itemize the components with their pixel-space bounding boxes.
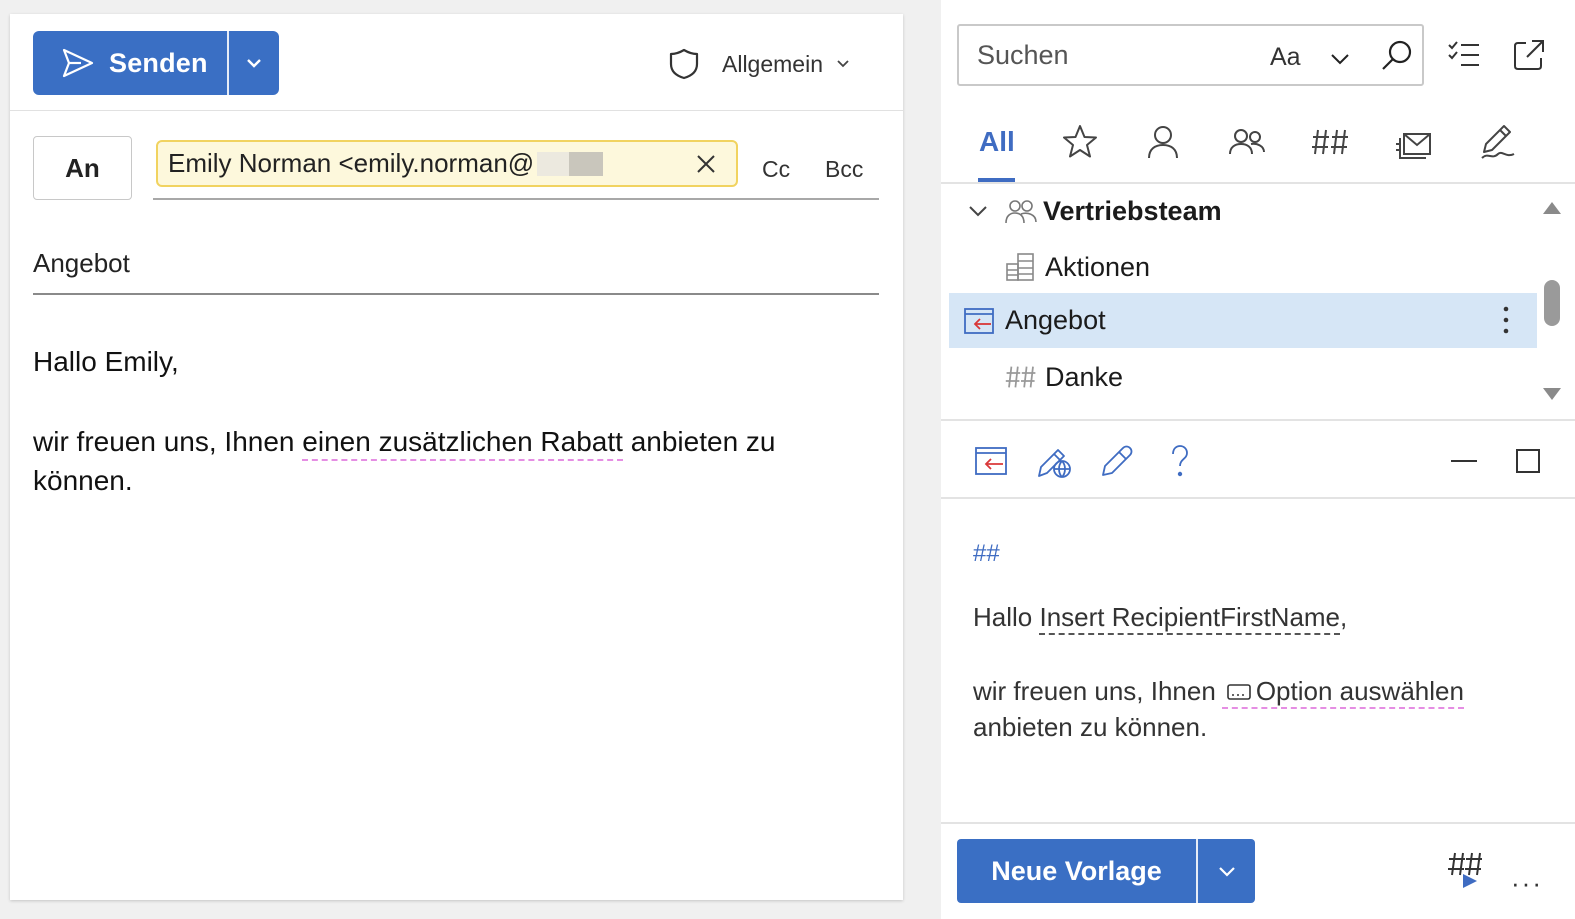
sensitivity-label: Allgemein	[722, 50, 823, 77]
subject-field[interactable]: Angebot	[33, 248, 130, 279]
divider	[941, 822, 1575, 824]
tree-item-aktionen[interactable]: Aktionen	[949, 240, 1537, 294]
tree-folder-vertriebsteam[interactable]: Vertriebsteam	[949, 184, 1537, 238]
tree-scrollbar[interactable]	[1539, 196, 1565, 406]
redacted-block	[537, 151, 570, 176]
hash-icon[interactable]	[1310, 122, 1350, 162]
person-icon[interactable]	[1143, 122, 1183, 162]
shield-icon	[669, 48, 699, 80]
inserted-option-text: einen zusätzlichen Rabatt	[302, 426, 623, 461]
close-icon[interactable]	[694, 152, 718, 176]
preview-hash-marker: ##	[973, 540, 1000, 567]
hash-play-icon[interactable]	[1447, 850, 1483, 890]
chevron-down-icon	[1218, 867, 1235, 877]
table-icon	[1006, 253, 1034, 281]
send-split-button: Senden	[33, 31, 279, 95]
send-icon	[62, 48, 94, 78]
body-greeting[interactable]: Hallo Emily,	[33, 346, 179, 378]
maximize-icon[interactable]	[1510, 443, 1546, 479]
insert-template-icon	[964, 307, 994, 334]
tree-item-danke[interactable]: Danke	[949, 350, 1537, 404]
preview-text: Hallo	[973, 602, 1040, 632]
pencil-icon[interactable]	[1099, 443, 1135, 479]
body-paragraph[interactable]: wir freuen uns, Ihnen einen zusätzlichen…	[33, 422, 873, 500]
people-icon	[1005, 200, 1037, 224]
search-input[interactable]	[977, 40, 1237, 71]
more-options-icon[interactable]	[1501, 305, 1511, 335]
match-case-button[interactable]: Aa	[1270, 43, 1301, 72]
chevron-down-icon[interactable]	[967, 200, 989, 222]
send-options-dropdown[interactable]	[229, 31, 279, 95]
active-tab-indicator	[978, 178, 1015, 182]
chevron-down-icon	[837, 60, 849, 68]
template-preview: ## Hallo Insert RecipientFirstName, wir …	[973, 540, 1543, 742]
compose-window: Senden Allgemein An Emily Norman <emily.…	[10, 14, 903, 900]
preview-line: anbieten zu können.	[973, 712, 1208, 742]
tree-item-label: Angebot	[1005, 305, 1106, 335]
edit-web-icon[interactable]	[1036, 443, 1072, 479]
minimize-icon[interactable]	[1446, 443, 1482, 479]
text-field-icon	[1227, 684, 1251, 700]
template-pane: Aa All	[941, 0, 1575, 919]
help-icon[interactable]	[1162, 443, 1198, 479]
sensitivity-dropdown[interactable]: Allgemein	[668, 47, 851, 81]
search-icon[interactable]	[1380, 38, 1414, 72]
tree-item-label: Danke	[1045, 361, 1124, 392]
body-text: wir freuen uns, Ihnen	[33, 426, 303, 457]
star-icon[interactable]	[1060, 122, 1100, 162]
search-box: Aa	[957, 24, 1424, 86]
people-icon[interactable]	[1227, 122, 1267, 162]
recipient-chip-text: Emily Norman <emily.norman@	[168, 148, 535, 178]
option-selector-label: Option auswählen	[1255, 676, 1464, 706]
subject-underline	[33, 293, 879, 295]
preview-line: wir freuen uns, Ihnen Option auswählen	[973, 676, 1464, 709]
pop-out-icon[interactable]	[1512, 38, 1546, 72]
recipient-field-underline	[153, 198, 879, 200]
to-button[interactable]: An	[33, 136, 132, 200]
preview-text: wir freuen uns, Ihnen	[973, 676, 1216, 706]
cc-button[interactable]: Cc	[762, 156, 790, 183]
compose-toolbar: Senden Allgemein	[10, 14, 903, 111]
tree-item-label: Vertriebsteam	[1043, 195, 1222, 226]
option-selector[interactable]: Option auswählen	[1221, 676, 1464, 709]
new-template-dropdown[interactable]	[1198, 839, 1255, 903]
tab-all[interactable]: All	[979, 126, 1015, 158]
tree-item-angebot[interactable]: Angebot	[949, 293, 1537, 348]
template-tree: Vertriebsteam Aktionen Angebot Danke	[949, 184, 1537, 419]
hash-icon	[1005, 366, 1036, 388]
send-button[interactable]: Senden	[33, 31, 229, 95]
preview-toolbar	[941, 421, 1575, 499]
send-label: Senden	[109, 47, 208, 78]
scroll-down-arrow[interactable]	[1543, 388, 1561, 400]
chevron-down-icon[interactable]	[1329, 48, 1351, 70]
new-template-split-button: Neue Vorlage	[957, 839, 1255, 903]
mail-stack-icon[interactable]	[1394, 122, 1434, 162]
more-options-icon[interactable]: ···	[1511, 868, 1543, 899]
scroll-up-arrow[interactable]	[1543, 202, 1561, 214]
chevron-down-icon	[247, 59, 261, 68]
checklist-icon[interactable]	[1447, 38, 1481, 72]
pen-edit-icon[interactable]	[1478, 122, 1518, 162]
bcc-button[interactable]: Bcc	[825, 156, 863, 183]
recipient-firstname-token[interactable]: Insert RecipientFirstName	[1039, 602, 1341, 635]
new-template-button[interactable]: Neue Vorlage	[957, 839, 1198, 903]
tree-item-label: Aktionen	[1045, 251, 1151, 282]
preview-text: ,	[1340, 602, 1348, 632]
redacted-block	[569, 151, 604, 176]
insert-template-icon[interactable]	[973, 443, 1009, 479]
recipient-chip[interactable]: Emily Norman <emily.norman@	[156, 140, 738, 187]
preview-line: Hallo Insert RecipientFirstName,	[973, 602, 1348, 635]
category-tabs: All	[941, 110, 1575, 184]
scroll-thumb[interactable]	[1544, 280, 1560, 326]
